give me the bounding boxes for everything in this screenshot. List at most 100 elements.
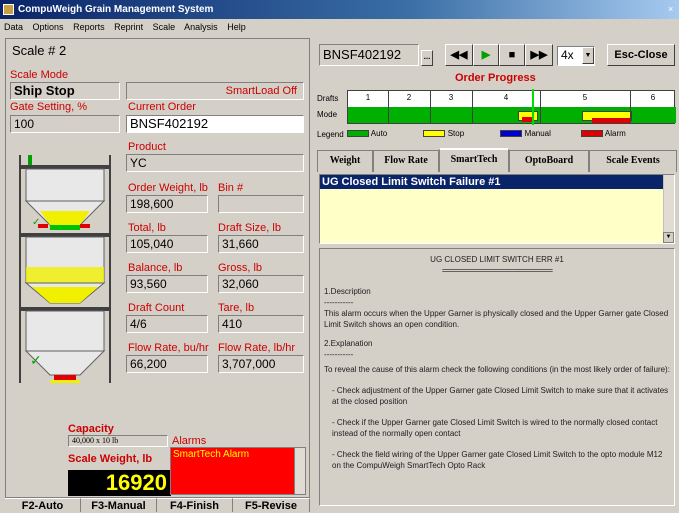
legend-swatch-stop	[423, 130, 446, 138]
menu-analysis[interactable]: Analysis	[184, 22, 218, 32]
doc-s2-intro: To reveal the cause of this alarm check …	[324, 365, 670, 374]
order-select-field[interactable]: BNSF402192	[319, 44, 419, 66]
capacity-label: Capacity	[68, 423, 114, 435]
scale-panel: Scale # 2 Scale Mode Ship Stop SmartLoad…	[5, 38, 310, 498]
legend-label: Legend	[317, 130, 344, 139]
svg-text:✓: ✓	[32, 217, 40, 228]
doc-s1-text: This alarm occurs when the Upper Garner …	[324, 309, 669, 329]
order-weight-value: 198,600	[126, 195, 208, 213]
alarm-list-item-selected[interactable]: UG Closed Limit Switch Failure #1	[320, 175, 664, 189]
fast-forward-button[interactable]: ▶▶	[525, 44, 553, 66]
alarm-list: UG Closed Limit Switch Failure #1 ▼	[319, 174, 675, 244]
close-icon[interactable]: ×	[668, 3, 678, 15]
rewind-button[interactable]: ◀◀	[445, 44, 473, 66]
speed-value: 4x	[561, 48, 574, 62]
product-value: YC	[126, 154, 304, 172]
tab-optoboard[interactable]: OptoBoard	[509, 150, 589, 172]
tab-smarttech[interactable]: SmartTech	[439, 148, 509, 172]
draft-number: 3	[448, 93, 454, 102]
f2-auto-button[interactable]: F2-Auto	[5, 498, 81, 512]
flow-lb-value: 3,707,000	[218, 355, 304, 373]
current-order-label: Current Order	[128, 101, 196, 113]
doc-s2-title: 2.Explanation	[324, 339, 373, 348]
doc-s2-dash: -----------	[324, 350, 354, 359]
chevron-down-icon[interactable]: ▼	[582, 47, 594, 64]
alarm-box[interactable]: SmartTech Alarm	[170, 447, 306, 495]
menu-scale[interactable]: Scale	[153, 22, 176, 32]
scroll-down-icon[interactable]: ▼	[663, 232, 674, 243]
doc-item: - Check if the Upper Garner gate Closed …	[332, 418, 658, 438]
esc-close-button[interactable]: Esc-Close	[607, 44, 675, 66]
draft-divider	[430, 91, 431, 123]
flow-bu-label: Flow Rate, bu/hr	[128, 342, 209, 354]
progress-marker	[532, 89, 534, 125]
total-value: 105,040	[126, 235, 208, 253]
menu-bar: Data Options Reports Reprint Scale Analy…	[0, 19, 679, 35]
alarm-text: SmartTech Alarm	[173, 449, 250, 460]
drafts-label: Drafts	[317, 94, 339, 103]
scale-diagram: ✓ ✓	[19, 155, 111, 383]
scale-weight-value: 16920	[68, 470, 171, 496]
scale-mode-value: Ship Stop	[10, 82, 120, 100]
right-panel: BNSF402192 ... ◀◀ ▶ ■ ▶▶ 4x ▼ Esc-Close …	[315, 38, 679, 512]
doc-s1-title: 1.Description	[324, 287, 371, 296]
app-icon	[3, 4, 14, 15]
speed-select[interactable]: 4x ▼	[557, 46, 595, 66]
total-label: Total, lb	[128, 222, 166, 234]
capacity-value: 40,000 x 10 lb	[68, 435, 168, 447]
draft-size-value: 31,660	[218, 235, 304, 253]
alarm-description: UG CLOSED LIMIT SWITCH ERR #1 ==========…	[319, 248, 675, 506]
menu-options[interactable]: Options	[33, 22, 64, 32]
draft-divider	[540, 91, 541, 123]
gross-label: Gross, lb	[218, 262, 263, 274]
f3-manual-button[interactable]: F3-Manual	[81, 498, 157, 512]
draft-count-label: Draft Count	[128, 302, 185, 314]
f4-finish-button[interactable]: F4-Finish	[157, 498, 233, 512]
window-title: CompuWeigh Grain Management System	[18, 4, 214, 15]
legend-stop: Stop	[447, 129, 465, 138]
legend-swatch-manual	[500, 130, 523, 138]
menu-reprint[interactable]: Reprint	[114, 22, 143, 32]
draft-divider	[472, 91, 473, 123]
draft-number: 2	[406, 93, 412, 102]
tab-flow-rate[interactable]: Flow Rate	[373, 150, 439, 172]
scale-mode-label: Scale Mode	[10, 69, 69, 81]
doc-s1-dash: -----------	[324, 298, 354, 307]
order-dropdown-button[interactable]: ...	[421, 50, 433, 66]
alarm-scrollbar[interactable]	[294, 448, 305, 494]
menu-help[interactable]: Help	[227, 22, 246, 32]
f5-revise-button[interactable]: F5-Revise	[233, 498, 310, 512]
draft-size-label: Draft Size, lb	[218, 222, 281, 234]
title-bar: CompuWeigh Grain Management System	[0, 0, 679, 19]
bin-value	[218, 195, 304, 213]
balance-value: 93,560	[126, 275, 208, 293]
menu-reports[interactable]: Reports	[73, 22, 105, 32]
draft-number: 5	[582, 93, 588, 102]
stop-button[interactable]: ■	[499, 44, 525, 66]
tare-label: Tare, lb	[218, 302, 255, 314]
legend-swatch-auto	[347, 130, 369, 138]
order-weight-label: Order Weight, lb	[128, 182, 208, 194]
legend-alarm: Alarm	[604, 129, 626, 138]
draft-grid: 1 2 3 4 5 6	[347, 89, 676, 125]
mode-label: Mode	[317, 110, 338, 119]
doc-item: - Check adjustment of the Upper Garner g…	[332, 386, 669, 406]
doc-heading: UG CLOSED LIMIT SWITCH ERR #1	[430, 255, 564, 264]
scale-weight-label: Scale Weight, lb	[68, 453, 153, 465]
tab-scale-events[interactable]: Scale Events	[589, 150, 677, 172]
draft-number: 6	[650, 93, 656, 102]
svg-text:✓: ✓	[30, 352, 42, 368]
menu-data[interactable]: Data	[4, 22, 23, 32]
legend-auto: Auto	[370, 129, 388, 138]
flow-bu-value: 66,200	[126, 355, 208, 373]
smartload-status: SmartLoad Off	[126, 82, 304, 100]
draft-divider	[630, 91, 631, 123]
gate-setting-label: Gate Setting, %	[10, 101, 88, 113]
progress-chart: Drafts Mode Legend 1 2 3 4 5 6 Auto Stop…	[315, 88, 677, 144]
alarms-label: Alarms	[172, 435, 207, 447]
tare-value: 410	[218, 315, 304, 333]
play-button[interactable]: ▶	[473, 44, 499, 66]
tab-weight[interactable]: Weight	[317, 150, 373, 172]
draft-divider	[388, 91, 389, 123]
current-order-field[interactable]: BNSF402192	[126, 115, 304, 133]
